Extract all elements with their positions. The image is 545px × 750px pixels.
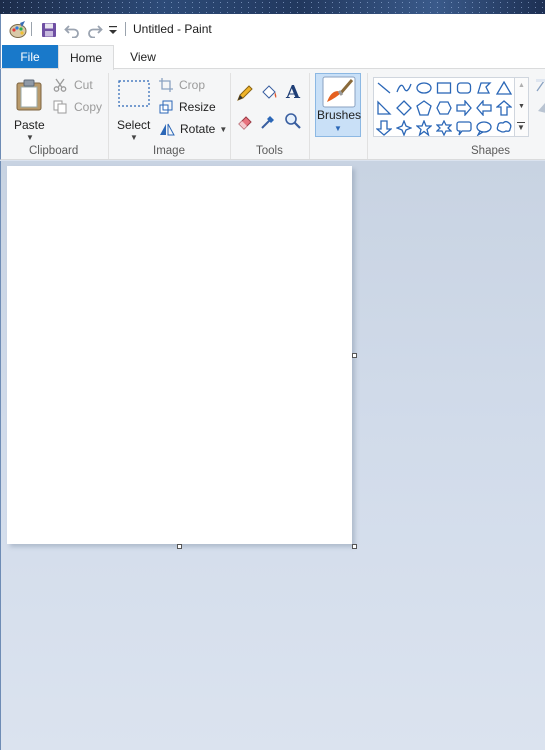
- left-arrow-shape-icon[interactable]: [474, 98, 494, 118]
- scroll-up-icon[interactable]: ▲: [518, 82, 525, 89]
- title-bar: Untitled - Paint: [0, 14, 545, 45]
- tab-file[interactable]: File: [2, 45, 58, 69]
- group-label-image: Image: [153, 145, 185, 157]
- oval-shape-icon[interactable]: [414, 78, 434, 98]
- group-separator: [367, 73, 368, 159]
- desktop-background: [0, 0, 545, 14]
- hexagon-shape-icon[interactable]: [434, 98, 454, 118]
- crop-label: Crop: [179, 78, 206, 92]
- chevron-down-icon: ▼: [334, 124, 342, 133]
- line-shape-icon[interactable]: [374, 78, 394, 98]
- diamond-shape-icon[interactable]: [394, 98, 414, 118]
- toolbar-separator: [125, 22, 126, 36]
- resize-label: Resize: [179, 100, 216, 114]
- paint-palette-icon[interactable]: [9, 21, 27, 39]
- group-label-shapes: Shapes: [471, 145, 511, 157]
- right-triangle-shape-icon[interactable]: [374, 98, 394, 118]
- copy-button[interactable]: Copy: [53, 97, 102, 117]
- group-separator: [230, 73, 231, 159]
- up-arrow-shape-icon[interactable]: [494, 98, 514, 118]
- shape-fill-icon[interactable]: [536, 99, 545, 116]
- drawing-canvas[interactable]: [7, 166, 352, 544]
- six-point-star-shape-icon[interactable]: [434, 118, 454, 138]
- select-button[interactable]: Select ▼: [115, 75, 153, 142]
- selection-icon: [118, 80, 150, 107]
- group-separator: [108, 73, 109, 159]
- rotate-button[interactable]: Rotate ▼: [159, 119, 227, 139]
- group-label-clipboard: Clipboard: [29, 145, 79, 157]
- crop-button[interactable]: Crop: [159, 75, 205, 95]
- copy-icon: [53, 100, 67, 114]
- chevron-down-icon: ▼: [130, 133, 138, 142]
- brushes-label: Brushes: [317, 108, 362, 122]
- canvas-resize-handle-corner[interactable]: [352, 544, 357, 549]
- rounded-rectangle-shape-icon[interactable]: [454, 78, 474, 98]
- shape-outline-icon[interactable]: [536, 79, 545, 96]
- resize-button[interactable]: Resize: [159, 97, 216, 117]
- magnifier-icon[interactable]: [283, 111, 303, 131]
- cut-label: Cut: [74, 78, 93, 92]
- shapes-gallery-scrollbar[interactable]: ▲ ▼ ▼: [515, 77, 529, 137]
- crop-icon: [159, 78, 173, 92]
- color-picker-icon[interactable]: [259, 111, 279, 131]
- eraser-icon[interactable]: [235, 111, 255, 131]
- canvas-workspace: [0, 161, 545, 750]
- canvas-resize-handle-bottom[interactable]: [177, 544, 182, 549]
- canvas-resize-handle-right[interactable]: [352, 353, 357, 358]
- pencil-icon[interactable]: [235, 83, 255, 103]
- rotate-icon: [160, 123, 175, 136]
- copy-label: Copy: [74, 100, 103, 114]
- down-arrow-shape-icon[interactable]: [374, 118, 394, 138]
- shapes-gallery: [373, 77, 515, 137]
- save-icon[interactable]: [41, 21, 57, 39]
- group-separator: [309, 73, 310, 159]
- gallery-expand-icon[interactable]: ▼: [517, 122, 525, 132]
- text-icon[interactable]: A: [283, 82, 303, 103]
- tab-view[interactable]: View: [114, 45, 172, 69]
- paste-button[interactable]: Paste ▼: [9, 75, 49, 142]
- rotate-label: Rotate: [180, 122, 216, 136]
- undo-icon[interactable]: [64, 21, 80, 39]
- polygon-shape-icon[interactable]: [474, 78, 494, 98]
- rounded-callout-shape-icon[interactable]: [454, 118, 474, 138]
- group-label-tools: Tools: [256, 145, 283, 157]
- ribbon-tabs: File Home View: [0, 45, 545, 70]
- four-point-star-shape-icon[interactable]: [394, 118, 414, 138]
- right-arrow-shape-icon[interactable]: [454, 98, 474, 118]
- window-title: Untitled - Paint: [133, 22, 212, 36]
- five-point-star-shape-icon[interactable]: [414, 118, 434, 138]
- brush-icon: [322, 76, 356, 108]
- chevron-down-icon: ▼: [219, 124, 228, 134]
- pentagon-shape-icon[interactable]: [414, 98, 434, 118]
- chevron-down-icon[interactable]: [108, 21, 118, 39]
- cut-button[interactable]: Cut: [53, 75, 93, 95]
- triangle-shape-icon[interactable]: [494, 78, 514, 98]
- toolbar-separator: [31, 22, 32, 36]
- brushes-button[interactable]: Brushes ▼: [315, 73, 361, 137]
- ribbon: Paste ▼ Cut Copy Clipboard Select ▼ Crop: [0, 68, 545, 160]
- rectangle-shape-icon[interactable]: [434, 78, 454, 98]
- clipboard-icon: [16, 79, 42, 111]
- fill-bucket-icon[interactable]: [259, 83, 279, 103]
- scissors-icon: [53, 78, 67, 92]
- curve-shape-icon[interactable]: [394, 78, 414, 98]
- select-label: Select: [117, 118, 151, 132]
- paste-label: Paste: [14, 118, 45, 132]
- cloud-callout-shape-icon[interactable]: [494, 118, 514, 138]
- resize-icon: [159, 100, 173, 114]
- redo-icon[interactable]: [87, 21, 103, 39]
- chevron-down-icon: ▼: [26, 133, 34, 142]
- oval-callout-shape-icon[interactable]: [474, 118, 494, 138]
- tab-home[interactable]: Home: [58, 45, 114, 70]
- scroll-down-icon[interactable]: ▼: [518, 103, 525, 110]
